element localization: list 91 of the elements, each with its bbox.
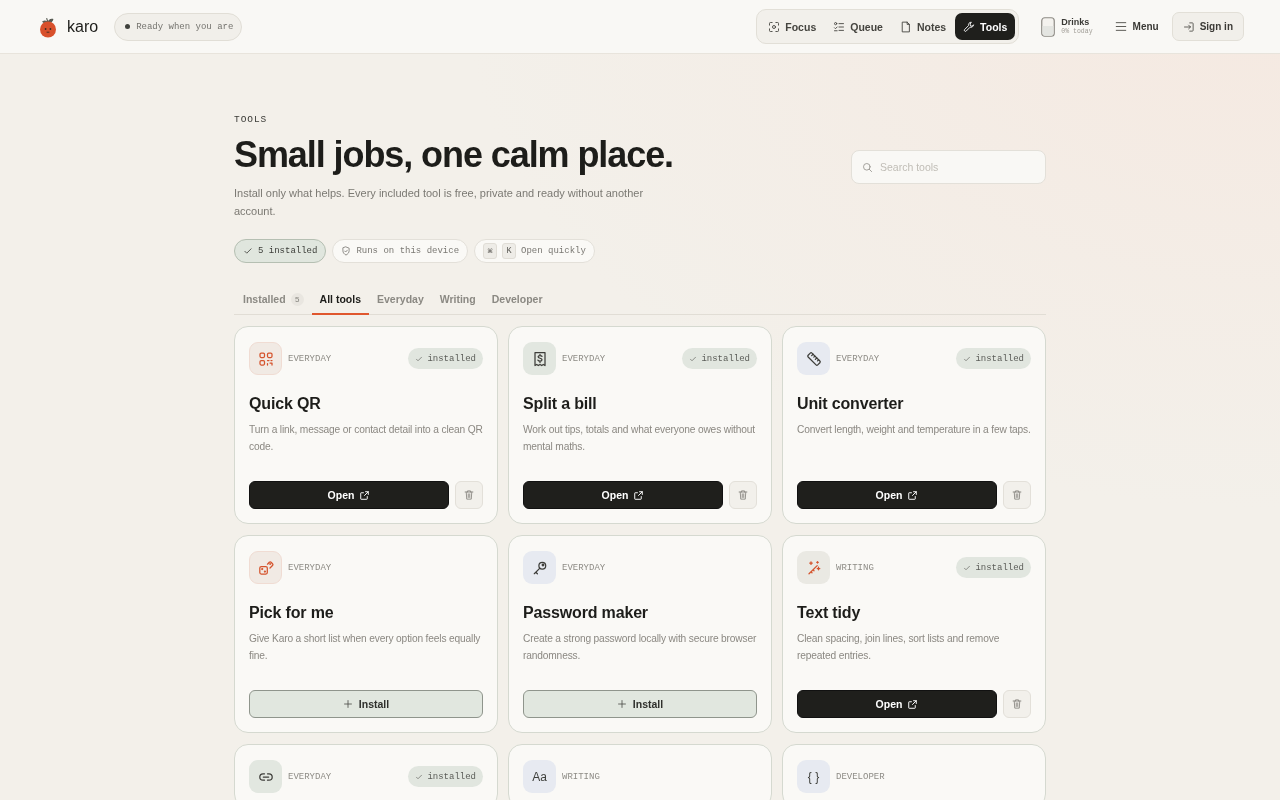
shield-check-icon: [341, 246, 352, 256]
category-label: EVERYDAY: [288, 353, 332, 364]
count-badge: 5: [290, 292, 304, 306]
font-glyph-icon: Aa: [523, 760, 556, 793]
status-dot-icon: [125, 24, 131, 29]
trash-icon: [1011, 698, 1023, 710]
open-button[interactable]: Open: [249, 481, 449, 509]
badge-label: installed: [975, 562, 1024, 573]
nav-tab[interactable]: Notes: [891, 13, 955, 40]
open-button[interactable]: Open: [797, 690, 997, 718]
badge-label: installed: [427, 771, 476, 782]
category-label: EVERYDAY: [288, 562, 332, 573]
tool-title: Pick for me: [249, 603, 335, 623]
tool-title: Unit converter: [797, 394, 905, 414]
status-text: Ready when you are: [136, 21, 234, 32]
section-eyebrow: TOOLS: [234, 113, 269, 127]
open-button[interactable]: Open: [797, 481, 997, 509]
search-icon: [862, 161, 873, 173]
key-cap: K: [502, 243, 517, 259]
cup-icon: [1041, 16, 1056, 37]
check-icon: [963, 563, 972, 572]
key-icon: [523, 551, 556, 584]
category-label: DEVELOPER: [836, 771, 885, 782]
braces-glyph-icon: { }: [797, 760, 830, 793]
chip-label: Open quickly: [521, 246, 586, 256]
badge-label: installed: [975, 353, 1024, 364]
tool-description: Work out tips, totals and what everyone owes without mental maths.: [523, 423, 756, 454]
dice-icon: [249, 551, 282, 584]
page-subtitle: Install only what helps. Every included tool is free, private and ready without another account.: [234, 186, 645, 219]
trash-icon: [1011, 489, 1023, 501]
badge-label: installed: [427, 353, 476, 364]
filter-tab[interactable]: All tools: [311, 285, 370, 315]
badge-label: installed: [701, 353, 750, 364]
receipt-dollar-icon: [523, 342, 556, 375]
delete-button[interactable]: [1003, 690, 1031, 718]
check-icon: [243, 246, 253, 256]
category-label: EVERYDAY: [562, 353, 606, 364]
tool-title: Split a bill: [523, 394, 598, 414]
tool-description: Give Karo a short list when every option feels equally fine.: [249, 632, 482, 663]
nav-tab[interactable]: Tools: [955, 13, 1016, 40]
trash-icon: [463, 489, 475, 501]
tool-title: Password maker: [523, 603, 649, 623]
tool-description: Clean spacing, join lines, sort lists and remove repeated entries.: [797, 632, 1001, 663]
category-label: EVERYDAY: [288, 771, 332, 782]
ruler-icon: [797, 342, 830, 375]
tool-description: Convert length, weight and temperature in a few taps.: [797, 423, 1032, 437]
external-link-icon: [907, 489, 919, 501]
tool-title: Quick QR: [249, 394, 322, 414]
category-label: WRITING: [562, 771, 600, 782]
plus-icon: [616, 699, 627, 709]
install-button[interactable]: Install: [249, 690, 483, 718]
external-link-icon: [907, 698, 919, 710]
key-cap: ⌘: [483, 243, 498, 259]
delete-button[interactable]: [729, 481, 757, 509]
brand-name: karo: [67, 17, 99, 36]
category-label: EVERYDAY: [836, 353, 880, 364]
menu-icon: [1114, 21, 1127, 32]
tool-description: Create a strong password locally with secure browser randomness.: [523, 632, 758, 663]
page-title: Small jobs, one calm place.: [234, 133, 674, 177]
tomato-logo-icon: [38, 15, 58, 38]
search-field[interactable]: Search tools: [851, 150, 1046, 184]
category-label: EVERYDAY: [562, 562, 606, 573]
wrench-icon: [963, 20, 976, 33]
qr-code-icon: [249, 342, 282, 375]
nav-tab[interactable]: Queue: [825, 13, 891, 40]
menu-button[interactable]: Menu: [1114, 21, 1159, 32]
install-button[interactable]: Install: [523, 690, 757, 718]
link-icon: [249, 760, 282, 793]
trash-icon: [737, 489, 749, 501]
category-label: WRITING: [836, 562, 874, 573]
chip-label: 5 installed: [258, 246, 318, 256]
magic-wand-icon: [797, 551, 830, 584]
external-link-icon: [633, 489, 645, 501]
check-icon: [415, 772, 424, 781]
chip-label: Runs on this device: [356, 246, 460, 256]
delete-button[interactable]: [455, 481, 483, 509]
check-icon: [689, 354, 698, 363]
sign-in-icon: [1182, 20, 1195, 33]
delete-button[interactable]: [1003, 481, 1031, 509]
plus-icon: [342, 699, 353, 709]
open-button[interactable]: Open: [523, 481, 723, 509]
document-icon: [899, 20, 912, 33]
tool-description: Turn a link, message or contact detail into a clean QR code.: [249, 423, 484, 454]
external-link-icon: [359, 489, 371, 501]
nav-tab[interactable]: Focus: [760, 13, 825, 40]
tool-title: Text tidy: [797, 603, 862, 623]
focus-frame-icon: [768, 20, 781, 33]
checklist-icon: [833, 20, 846, 33]
check-icon: [963, 354, 972, 363]
check-icon: [415, 354, 424, 363]
sign-in-button[interactable]: Sign in: [1171, 12, 1244, 41]
